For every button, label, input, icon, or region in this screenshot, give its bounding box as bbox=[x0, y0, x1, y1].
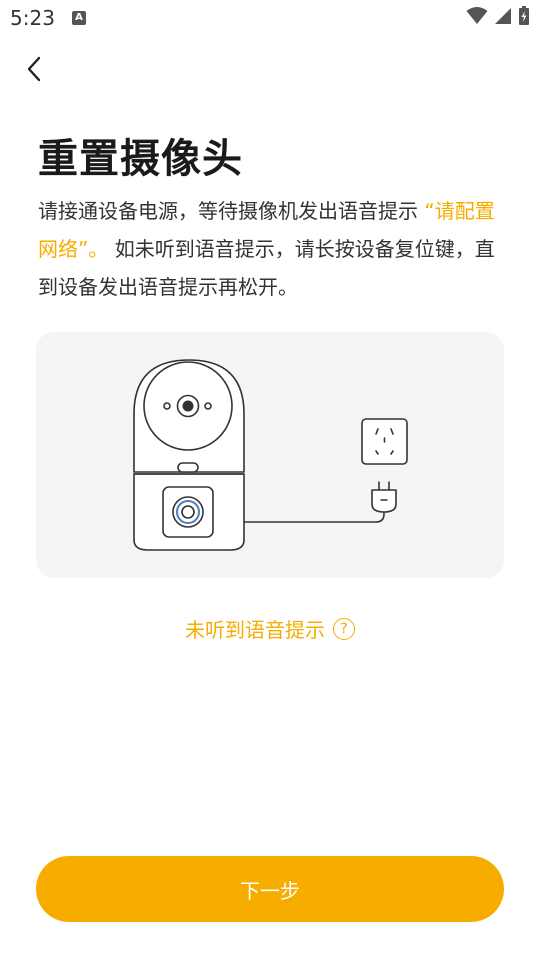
no-voice-prompt-help-link[interactable]: 未听到语音提示 ? bbox=[0, 614, 540, 643]
status-indicators bbox=[466, 6, 530, 26]
status-time: 5:23 bbox=[10, 6, 55, 30]
battery-charging-icon bbox=[519, 6, 529, 25]
cell-signal-icon bbox=[495, 8, 511, 24]
next-step-button[interactable]: 下一步 bbox=[36, 856, 504, 922]
wifi-icon bbox=[466, 7, 488, 24]
reset-camera-screen: 5:23 A 重置摄像头 请接通设备电源，等待摄像机发出语音提示 “请配置网络”… bbox=[0, 0, 540, 960]
help-link-label: 未听到语音提示 bbox=[185, 618, 325, 642]
back-button[interactable] bbox=[18, 52, 52, 86]
power-cable bbox=[244, 510, 385, 523]
instruction-text: 请接通设备电源，等待摄像机发出语音提示 “请配置网络”。 如未听到语音提示，请长… bbox=[38, 192, 498, 306]
status-bar: 5:23 A bbox=[0, 0, 540, 36]
notification-a-icon: A bbox=[72, 11, 86, 25]
page-title: 重置摄像头 bbox=[38, 136, 243, 182]
question-circle-icon: ? bbox=[333, 617, 355, 640]
camera-power-illustration bbox=[133, 359, 408, 551]
reset-illustration-card bbox=[36, 332, 504, 578]
instruction-text-part-1: 请接通设备电源，等待摄像机发出语音提示 bbox=[38, 199, 425, 223]
power-plug bbox=[371, 489, 397, 513]
indicator-slot bbox=[177, 462, 199, 473]
chevron-left-icon bbox=[27, 56, 41, 82]
